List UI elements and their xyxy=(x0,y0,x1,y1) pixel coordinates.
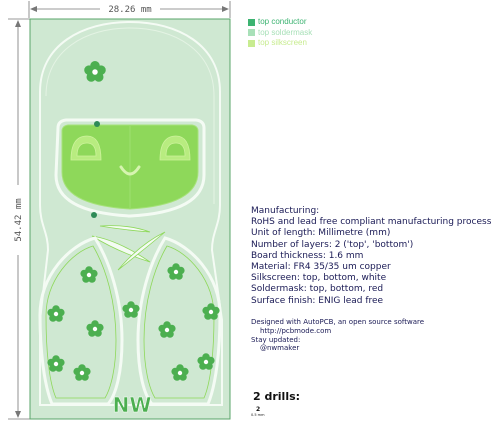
stay-updated-text: Stay updated: xyxy=(251,335,301,344)
manufacturing-line: RoHS and lead free compliant manufacturi… xyxy=(251,217,492,228)
twitter-handle[interactable]: @nwmaker xyxy=(251,344,424,353)
manufacturing-info: Manufacturing: RoHS and lead free compli… xyxy=(251,206,496,307)
legend-swatch xyxy=(248,39,255,47)
legend-item-top-silkscreen: top silkscreen xyxy=(248,38,312,49)
width-dimension-label: 28.26 mm xyxy=(108,5,151,15)
designed-with-text: Designed with AutoPCB, an open source so… xyxy=(251,318,425,326)
manufacturing-line: Board thickness: 1.6 mm xyxy=(251,250,364,261)
manufacturing-line: Number of layers: 2 ('top', 'bottom') xyxy=(251,239,414,250)
height-dimension-label: 54.42 mm xyxy=(14,198,24,241)
board-logo: NW xyxy=(113,393,152,417)
credits: Designed with AutoPCB, an open source so… xyxy=(251,318,424,353)
manufacturing-line: Silkscreen: top, bottom, white xyxy=(251,273,387,284)
legend-label: top conductor xyxy=(258,17,307,26)
drills-title: 2 drills: xyxy=(253,390,301,403)
drill-count: 2 xyxy=(256,406,261,413)
via-bottom xyxy=(91,212,97,218)
via-top xyxy=(94,121,100,127)
manufacturing-line: Material: FR4 35/35 um copper xyxy=(251,262,391,273)
legend-swatch xyxy=(248,18,255,26)
legend-label: top soldermask xyxy=(258,27,313,37)
legend-item-top-soldermask: top soldermask xyxy=(248,28,312,39)
layer-legend: top conductor top soldermask top silkscr… xyxy=(248,17,312,49)
manufacturing-line: Soldermask: top, bottom, red xyxy=(251,284,384,295)
legend-item-top-conductor: top conductor xyxy=(248,17,312,28)
drill-size: 0.5 mm xyxy=(251,413,265,417)
legend-swatch xyxy=(248,29,255,37)
manufacturing-line: Surface finish: ENIG lead free xyxy=(251,295,384,306)
manufacturing-line: Unit of length: Millimetre (mm) xyxy=(251,228,391,239)
manufacturing-title: Manufacturing: xyxy=(251,206,320,216)
legend-label: top silkscreen xyxy=(258,38,307,47)
website-link[interactable]: http://pcbmode.com xyxy=(251,327,424,336)
